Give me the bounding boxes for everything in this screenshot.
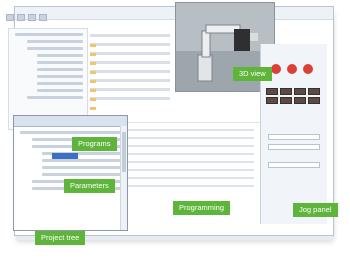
folder-icon [90,107,96,110]
list-item[interactable] [90,61,170,74]
tree-item[interactable] [37,61,83,64]
tree-item[interactable] [37,89,83,92]
list-item[interactable] [90,70,170,83]
label-programs: Programs [72,137,117,151]
list-item[interactable] [90,79,170,92]
stop-icon[interactable] [287,64,297,74]
code-line [124,177,254,179]
project-tree-window [13,115,128,231]
jog-field[interactable] [268,134,320,140]
jog-field[interactable] [268,144,320,150]
jog-button-grid [266,88,322,104]
list-item[interactable] [90,88,170,101]
list-item[interactable] [90,52,170,65]
tree-item[interactable] [42,159,123,162]
tree-item[interactable] [37,75,83,78]
toolbar [6,14,156,22]
tree-item[interactable] [42,173,123,176]
code-line [124,145,254,147]
stop-icon[interactable] [271,64,281,74]
code-line [124,129,254,131]
toolbar-button-icon[interactable] [6,14,14,21]
jog-indicators [271,64,313,74]
label-3d-view: 3D view [233,67,272,81]
jog-button[interactable] [308,97,320,104]
code-line [124,137,254,139]
jog-button[interactable] [280,97,292,104]
toolbar-button-icon[interactable] [17,14,25,21]
jog-button[interactable] [308,88,320,95]
tree-item[interactable] [37,68,83,71]
project-tree-title-bar [14,116,127,127]
jog-button[interactable] [294,97,306,104]
jog-field[interactable] [268,162,320,168]
jog-button[interactable] [294,88,306,95]
label-project-tree: Project tree [35,231,86,245]
stop-icon[interactable] [303,64,313,74]
list-item[interactable] [90,34,170,47]
file-list [90,28,170,118]
tree-item[interactable] [20,131,123,134]
toolbar-button-icon[interactable] [28,14,36,21]
jog-button[interactable] [266,88,278,95]
jog-button[interactable] [280,88,292,95]
toolbar-button-icon[interactable] [39,14,47,21]
selected-tree-item[interactable] [52,153,78,159]
tree-item[interactable] [27,40,83,43]
scrollbar[interactable] [120,126,127,230]
code-line [124,153,254,155]
jog-button[interactable] [266,97,278,104]
label-programming: Programming [173,201,231,215]
label-parameters: Parameters [64,179,115,193]
tree-item[interactable] [37,82,83,85]
programming-editor[interactable] [120,122,260,233]
label-jog-panel: Jog panel [293,203,338,217]
code-line [124,169,254,171]
list-item[interactable] [90,43,170,56]
tree-item[interactable] [37,54,83,57]
code-line [124,161,254,163]
code-line [124,185,254,187]
tree-item[interactable] [27,96,83,99]
list-item[interactable] [90,97,170,110]
tree-item[interactable] [27,47,83,50]
tree-item[interactable] [15,33,83,36]
tree-item[interactable] [42,166,123,169]
scrollbar-thumb[interactable] [122,132,126,172]
